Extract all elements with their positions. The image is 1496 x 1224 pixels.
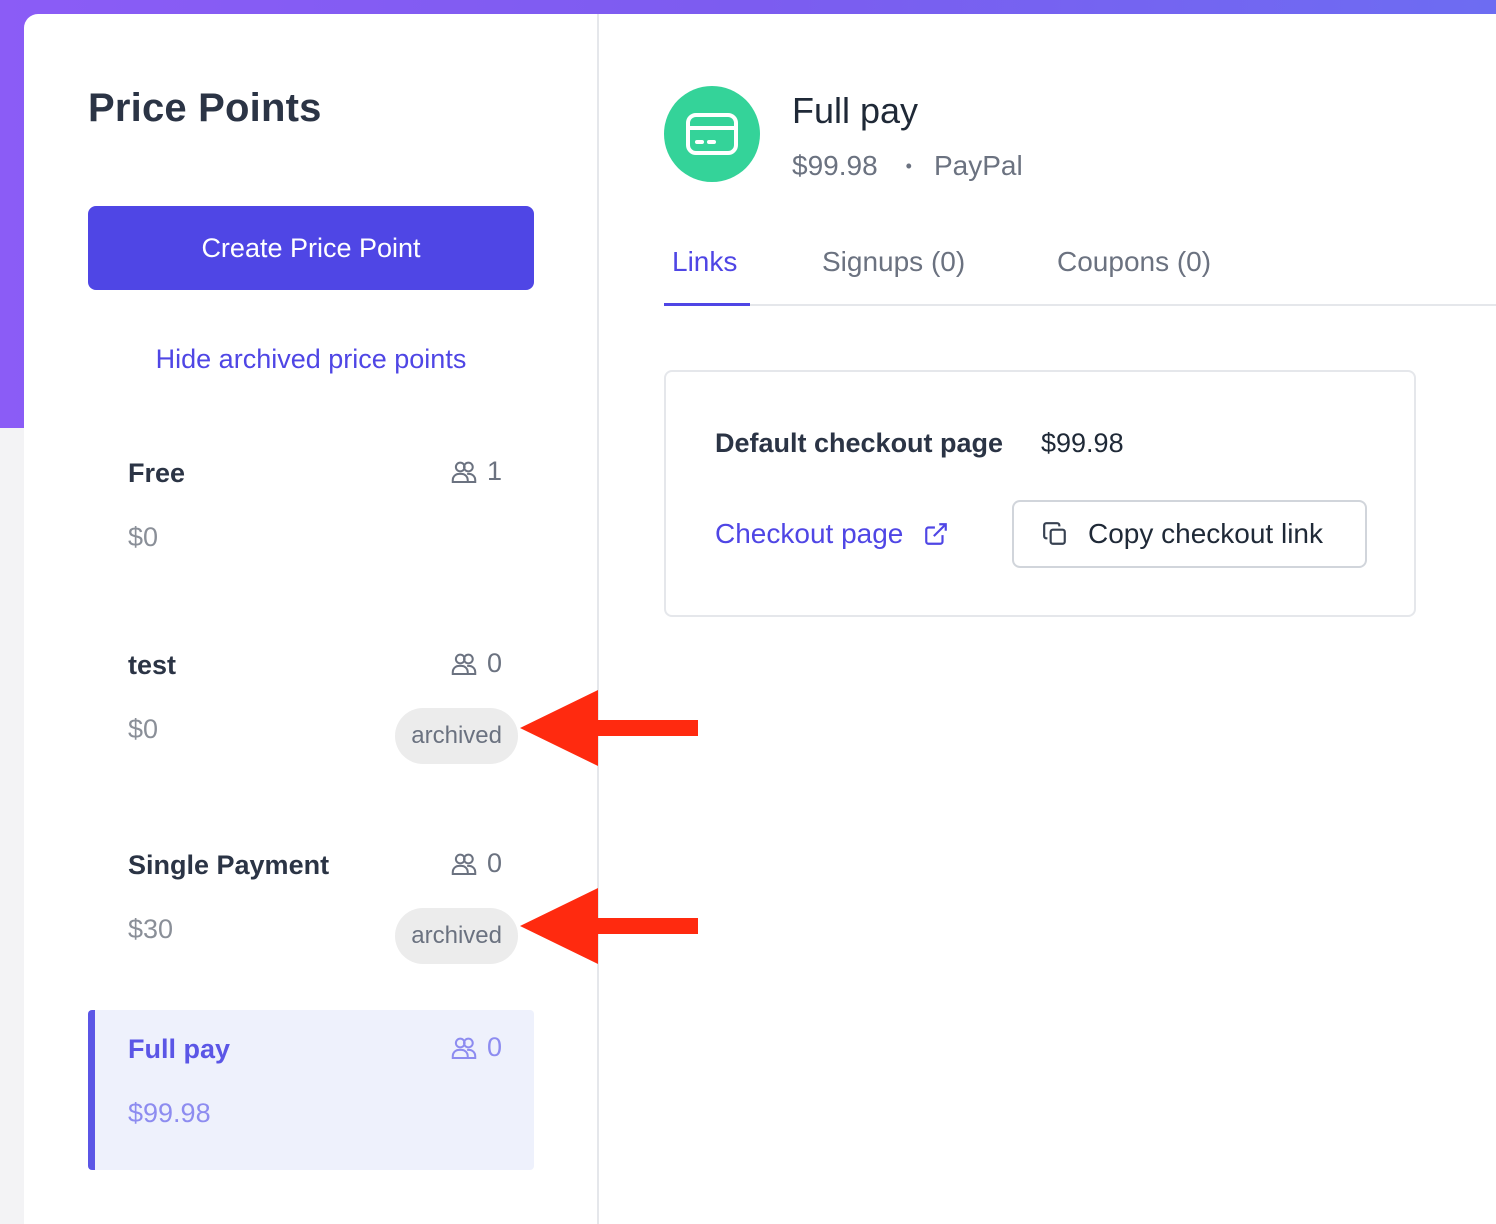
detail-subtitle: $99.98 • PayPal xyxy=(792,150,1023,182)
price-point-price: $0 xyxy=(128,522,159,552)
copy-checkout-link-button[interactable]: Copy checkout link xyxy=(1012,500,1367,568)
signup-count-value: 0 xyxy=(486,848,502,878)
signup-count: 0 xyxy=(449,1032,502,1063)
archived-badge: archived xyxy=(395,708,518,764)
checkout-links-card: Default checkout page $99.98 Checkout pa… xyxy=(664,370,1416,617)
annotation-arrow xyxy=(520,888,698,964)
copy-icon xyxy=(1043,522,1066,545)
users-icon xyxy=(451,853,477,875)
checkout-page-link[interactable]: Checkout page xyxy=(715,518,949,550)
checkout-page-label: Checkout page xyxy=(715,518,904,549)
price-points-sidebar: Price Points Create Price Point Hide arc… xyxy=(24,14,599,1224)
detail-title: Full pay xyxy=(792,90,919,131)
tab-coupons[interactable]: Coupons (0) xyxy=(1057,246,1211,278)
price-point-price: $0 xyxy=(128,714,159,744)
annotation-arrow xyxy=(520,690,698,766)
signup-count: 0 xyxy=(449,648,502,679)
tab-label: Coupons (0) xyxy=(1057,246,1212,277)
card-price: $99.98 xyxy=(1041,428,1124,458)
signup-count-value: 1 xyxy=(486,456,502,486)
copy-button-label: Copy checkout link xyxy=(1088,518,1324,549)
tab-links[interactable]: Links xyxy=(672,246,737,278)
price-point-item-test[interactable]: test 0 $0 archived xyxy=(88,626,534,786)
active-tab-indicator xyxy=(664,303,750,306)
price-point-name: test xyxy=(128,650,177,680)
signup-count: 0 xyxy=(449,848,502,879)
users-icon xyxy=(451,1037,477,1059)
archived-badge: archived xyxy=(395,908,518,964)
detail-price: $99.98 xyxy=(792,150,878,181)
price-point-item-single-payment[interactable]: Single Payment 0 $30 archived xyxy=(88,826,534,986)
tab-label: Signups (0) xyxy=(822,246,966,277)
price-point-name: Full pay xyxy=(128,1034,231,1064)
hide-archived-link[interactable]: Hide archived price points xyxy=(88,344,534,375)
main-panel: Price Points Create Price Point Hide arc… xyxy=(24,14,1496,1224)
price-point-price: $30 xyxy=(128,914,174,944)
card-title: Default checkout page xyxy=(715,428,1004,458)
payment-provider: PayPal xyxy=(933,150,1023,181)
separator-dot: • xyxy=(905,155,912,176)
users-icon xyxy=(451,653,477,675)
price-point-item-free[interactable]: Free 1 $0 xyxy=(88,434,534,594)
tab-label: Links xyxy=(672,246,738,277)
credit-card-icon xyxy=(664,86,760,182)
detail-tabs: Links Signups (0) Coupons (0) xyxy=(664,228,1496,306)
external-link-icon xyxy=(925,523,948,545)
signup-count-value: 0 xyxy=(486,648,502,678)
page-title: Price Points xyxy=(88,86,322,130)
users-icon xyxy=(451,461,477,483)
signup-count: 1 xyxy=(449,456,502,487)
price-point-detail: Full pay $99.98 • PayPal Links Signups (… xyxy=(601,14,1496,1224)
price-point-name: Free xyxy=(128,458,186,488)
create-price-point-button[interactable]: Create Price Point xyxy=(88,206,534,290)
signup-count-value: 0 xyxy=(486,1032,502,1062)
price-point-name: Single Payment xyxy=(128,850,330,880)
price-point-price: $99.98 xyxy=(128,1098,211,1128)
tab-signups[interactable]: Signups (0) xyxy=(822,246,965,278)
price-point-item-full-pay[interactable]: Full pay 0 $99.98 xyxy=(88,1010,534,1170)
